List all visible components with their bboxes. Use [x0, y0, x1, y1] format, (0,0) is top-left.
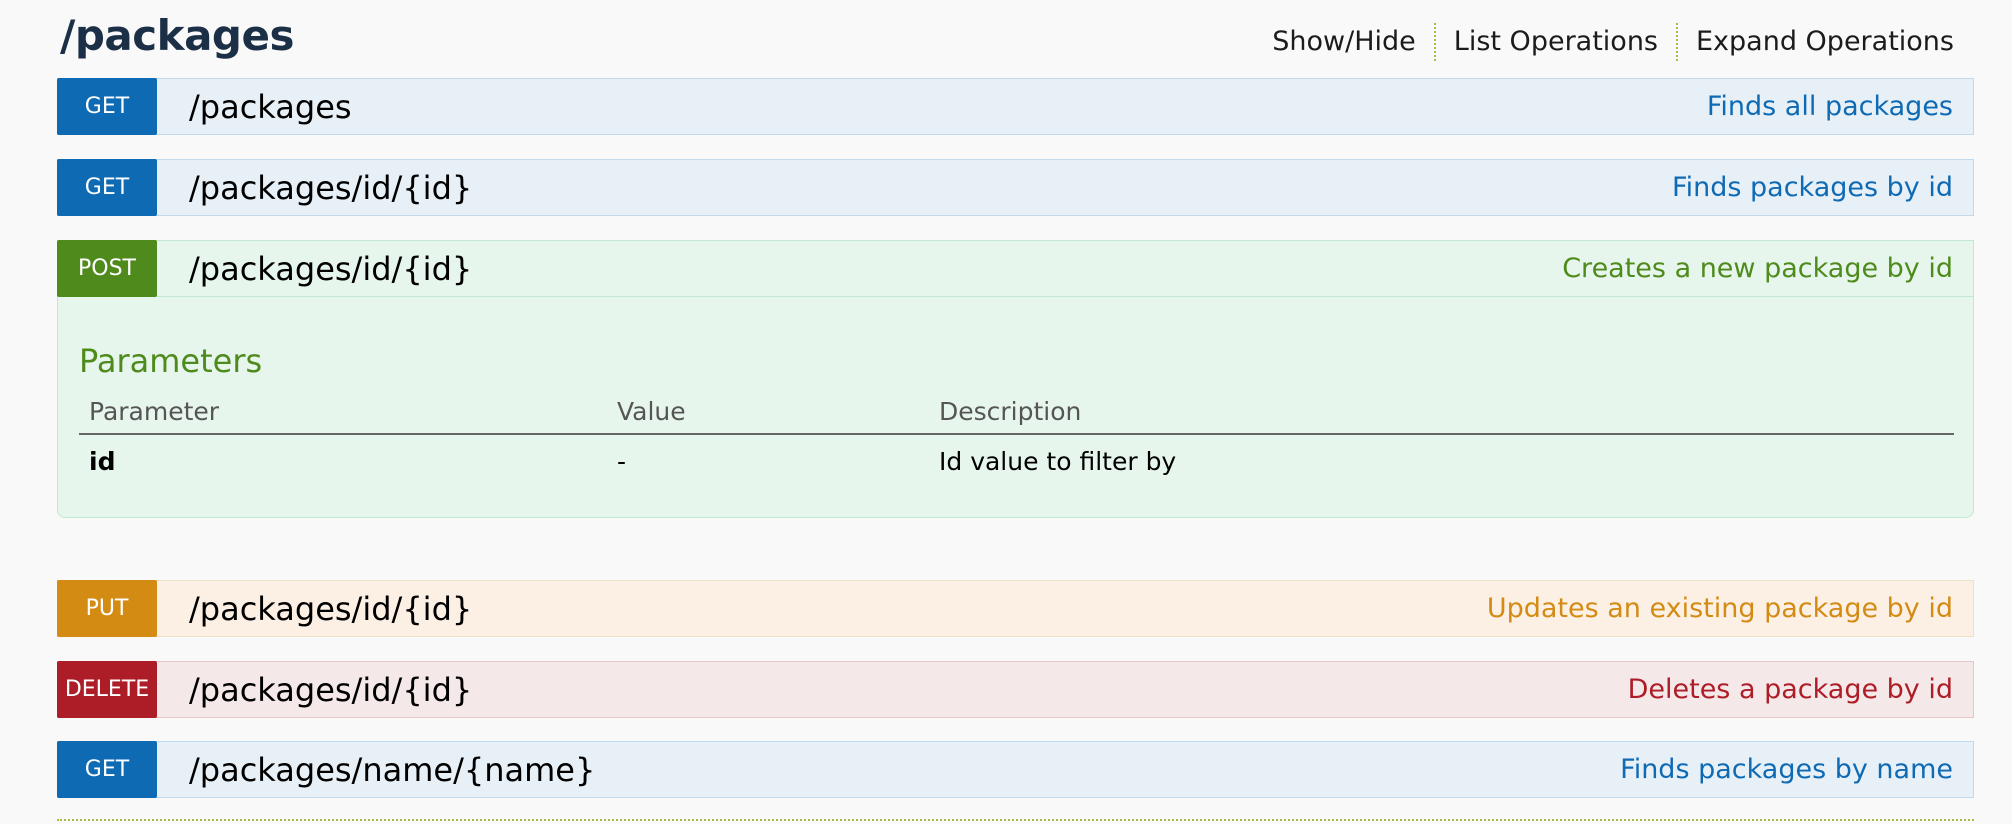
parameters-heading: Parameters — [79, 342, 263, 380]
resource-actions: Show/Hide List Operations Expand Operati… — [1254, 22, 1954, 62]
expand-operations-link[interactable]: Expand Operations — [1678, 22, 1954, 62]
operation-path[interactable]: /packages/name/{name} — [189, 751, 1620, 789]
operation-path[interactable]: /packages/id/{id} — [189, 169, 1672, 207]
operation-post-package-by-id[interactable]: POST /packages/id/{id} Creates a new pac… — [57, 240, 1974, 297]
operation-path[interactable]: /packages/id/{id} — [189, 250, 1562, 288]
parameters-table-header: Parameter Value Description — [79, 393, 1954, 435]
resource-title[interactable]: /packages — [60, 8, 294, 64]
operation-path[interactable]: /packages/id/{id} — [189, 671, 1628, 709]
operation-get-packages-by-name[interactable]: GET /packages/name/{name} Finds packages… — [57, 741, 1974, 798]
operation-summary[interactable]: Finds packages by name — [1620, 754, 1973, 785]
operation-get-packages[interactable]: GET /packages Finds all packages — [57, 78, 1974, 135]
parameter-name: id — [89, 447, 116, 476]
column-header-parameter: Parameter — [89, 397, 220, 426]
parameter-value: - — [617, 447, 627, 476]
operation-delete-package-by-id[interactable]: DELETE /packages/id/{id} Deletes a packa… — [57, 661, 1974, 718]
divider — [57, 819, 1974, 821]
operation-details-panel: Parameters Parameter Value Description i… — [57, 297, 1974, 518]
http-method-badge[interactable]: GET — [57, 159, 157, 216]
http-method-badge[interactable]: POST — [57, 240, 157, 297]
http-method-badge[interactable]: PUT — [57, 580, 157, 637]
http-method-badge[interactable]: GET — [57, 741, 157, 798]
parameters-table: Parameter Value Description id - Id valu… — [79, 393, 1954, 491]
operation-get-packages-by-id[interactable]: GET /packages/id/{id} Finds packages by … — [57, 159, 1974, 216]
parameter-description: Id value to filter by — [939, 447, 1177, 476]
show-hide-link[interactable]: Show/Hide — [1254, 22, 1434, 62]
operation-path[interactable]: /packages/id/{id} — [189, 590, 1487, 628]
operation-summary[interactable]: Creates a new package by id — [1562, 253, 1973, 284]
column-header-description: Description — [939, 397, 1082, 426]
operation-summary[interactable]: Updates an existing package by id — [1487, 593, 1973, 624]
operation-path[interactable]: /packages — [189, 88, 1707, 126]
column-header-value: Value — [617, 397, 686, 426]
operation-put-package-by-id[interactable]: PUT /packages/id/{id} Updates an existin… — [57, 580, 1974, 637]
http-method-badge[interactable]: GET — [57, 78, 157, 135]
table-row: id - Id value to filter by — [79, 435, 1954, 491]
operation-summary[interactable]: Finds all packages — [1707, 91, 1973, 122]
http-method-badge[interactable]: DELETE — [57, 661, 157, 718]
operation-summary[interactable]: Deletes a package by id — [1628, 674, 1973, 705]
operation-summary[interactable]: Finds packages by id — [1672, 172, 1973, 203]
list-operations-link[interactable]: List Operations — [1436, 22, 1676, 62]
